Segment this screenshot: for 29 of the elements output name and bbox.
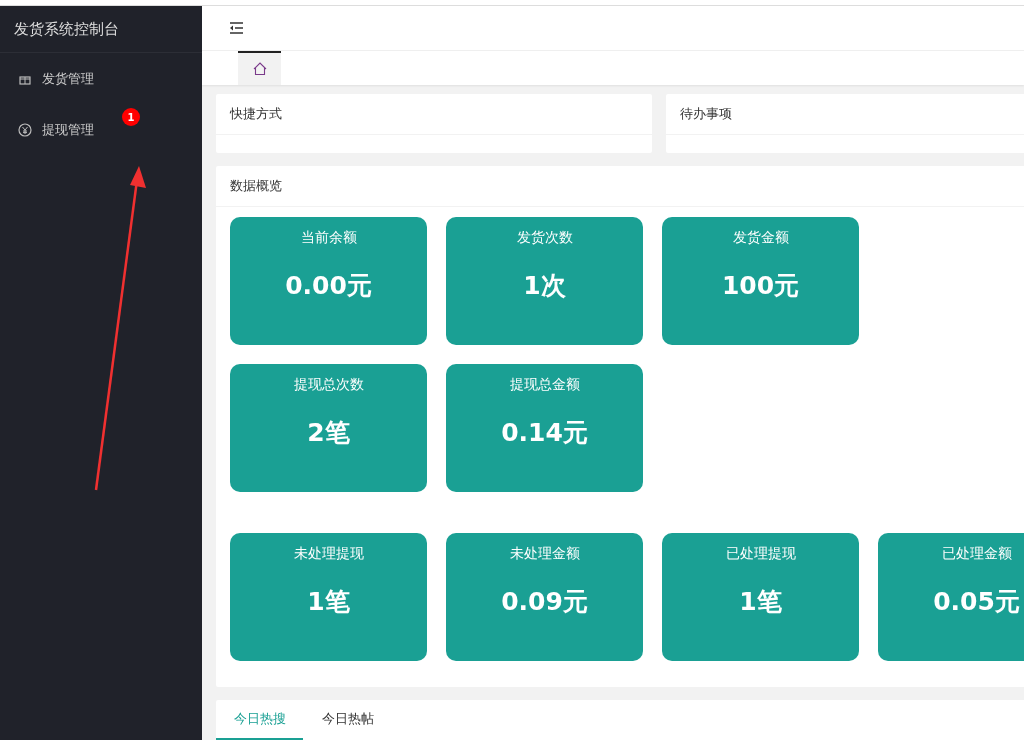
yen-icon <box>18 122 32 137</box>
stat-value: 0.05元 <box>933 586 1020 618</box>
panel-title: 快捷方式 <box>230 105 282 123</box>
stat-label: 已处理金额 <box>941 545 1012 563</box>
stat-value: 0.00元 <box>285 270 372 302</box>
stat-label: 未处理提现 <box>293 545 364 563</box>
sidebar-item[interactable]: 提现管理 1 <box>0 104 202 155</box>
stat-label: 已处理提现 <box>725 545 796 563</box>
overview-title: 数据概览 <box>230 177 282 195</box>
stat-label: 发货金额 <box>732 229 789 247</box>
stat-value: 0.09元 <box>501 586 588 618</box>
stat-label: 提现总次数 <box>293 376 364 394</box>
stat-value: 1次 <box>523 270 566 302</box>
home-icon <box>251 60 268 77</box>
stat-value: 1笔 <box>739 586 782 618</box>
hot-tab[interactable]: 今日热帖 <box>304 700 391 740</box>
stat-value: 0.14元 <box>501 417 588 449</box>
stat-label: 当前余额 <box>300 229 357 247</box>
notification-badge: 1 <box>122 108 140 126</box>
stat-value: 100元 <box>721 270 800 302</box>
menu-icon[interactable] <box>228 20 244 35</box>
stat-label: 未处理金额 <box>509 545 580 563</box>
stat-value: 2笔 <box>307 417 350 449</box>
home-tab[interactable] <box>238 50 281 85</box>
stat-label: 发货次数 <box>516 229 573 247</box>
stat-label: 提现总金额 <box>509 376 580 394</box>
sidebar-item[interactable]: 发货管理 <box>0 53 202 104</box>
stat-value: 1笔 <box>307 586 350 618</box>
panel-title: 待办事项 <box>680 105 732 123</box>
